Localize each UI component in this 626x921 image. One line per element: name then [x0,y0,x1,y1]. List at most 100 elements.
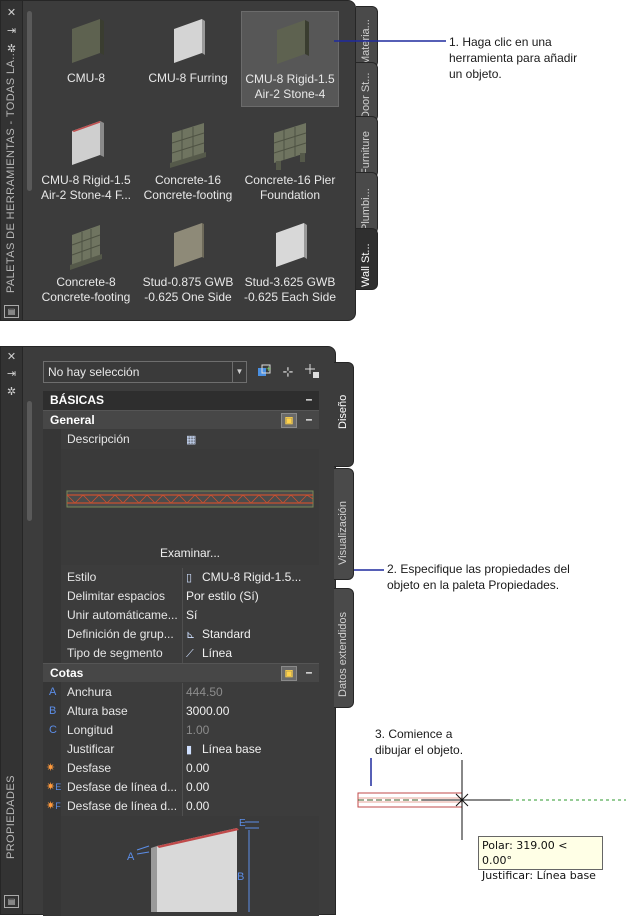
tool-item[interactable]: Concrete-16 Pier Foundation [241,113,339,209]
section-cotas[interactable]: Cotas ▣ – [43,663,319,682]
svg-text:+: + [266,364,271,374]
tab-datos-extendidos[interactable]: Datos extendidos [334,588,354,708]
tool-item[interactable]: Stud-3.625 GWB -0.625 Each Side [241,215,339,311]
tab-furniture[interactable]: Furniture [356,116,378,178]
dim-letter-b: B [237,871,244,883]
gear-icon[interactable]: ✲ [4,386,19,399]
style-preview: Examinar... [61,449,319,565]
autohide-icon[interactable]: ⇥ [4,25,19,38]
property-options-icon[interactable]: ▣ [281,413,297,428]
collapse-icon[interactable]: – [303,393,315,406]
wall-concrete8-icon [70,225,102,270]
select-objects-icon[interactable]: ⊹ [279,363,297,381]
wall-stone-icon [72,121,104,165]
tool-item[interactable]: Concrete-8 Concrete-footing [37,215,135,311]
quick-select-icon[interactable]: + [255,363,273,381]
selection-value: No hay selección [48,365,140,379]
collapse-icon[interactable]: – [303,413,315,426]
wall-stud-one-icon [174,223,204,267]
tool-palette: ✕ ⇥ ✲ PALETAS DE HERRAMIENTAS - TODAS LA… [0,0,356,321]
dim-letter-a: A [127,851,135,863]
properties-title: PROPIEDADES [5,775,17,859]
palette-title: PALETAS DE HERRAMIENTAS - TODAS LA... [5,49,17,293]
description-editor-icon[interactable]: ▦ [184,430,319,449]
property-row-width[interactable]: A Anchura 444.50 [43,683,319,702]
properties-menu-icon[interactable]: ▤ [4,305,19,318]
properties-title-strip: ✕ ⇥ ✲ PROPIEDADES ▤ [1,347,23,914]
property-row-base-height[interactable]: B Altura base 3000.00 [43,702,319,721]
section-basicas[interactable]: BÁSICAS – [43,391,319,410]
wall-style-icon: ▯ [186,572,193,584]
chevron-down-icon[interactable]: ▼ [232,362,246,382]
property-row-cleanup[interactable]: Unir automáticame... Sí [43,606,319,625]
close-icon[interactable]: ✕ [4,351,19,364]
property-grid: BÁSICAS – General ▣ – Descripción ▦ Exam… [43,391,319,916]
drawing-canvas[interactable] [350,750,626,840]
property-row-offset-e[interactable]: ✷E Desfase de línea d... 0.00 [43,778,319,797]
tool-item[interactable]: Stud-0.875 GWB -0.625 One Side [139,215,237,311]
dimension-diagram: A B E [61,816,319,916]
tool-label: CMU-8 Rigid-1.5 Air-2 Stone-4 F... [40,173,132,202]
property-row-offset-f[interactable]: ✷F Desfase de línea d... 0.00 [43,797,319,816]
line-segment-icon: ⟋ [186,648,194,660]
browse-link[interactable]: Examinar... [61,546,319,560]
palette-scrollbar[interactable] [27,11,32,191]
tool-label: Concrete-16 Pier Foundation [244,173,336,202]
wall-rigid-icon [277,20,309,64]
property-row-justify[interactable]: Justificar ▮ Línea base [43,740,319,759]
property-options-icon[interactable]: ▣ [281,666,297,681]
property-name: Descripción [67,432,130,446]
property-row-length[interactable]: C Longitud 1.00 [43,721,319,740]
tool-label: Stud-3.625 GWB -0.625 Each Side [243,275,337,304]
offset-star-icon: ✷F [46,800,61,812]
tool-label: CMU-8 Furring [148,71,228,85]
property-row-segment-type[interactable]: Tipo de segmento ⟋ Línea [43,644,319,663]
wall-stud-each-icon [276,223,307,267]
polar-tooltip: Polar: 319.00 < 0.00° Justificar: Línea … [478,836,603,882]
justify-icon: ▮ [186,744,193,756]
property-row-offset[interactable]: ✷ Desfase 0.00 [43,759,319,778]
properties-scrollbar[interactable] [27,401,32,521]
tool-label: Concrete-16 Concrete-footing [143,173,233,202]
property-row-cleanup-group[interactable]: Definición de grup... ⊾ Standard [43,625,319,644]
tab-diseno[interactable]: Diseño [334,362,354,467]
callout-step2: 2. Especifique las propiedades del objet… [387,562,570,592]
tooltip-polar: Polar: 319.00 < 0.00° [482,839,568,867]
tool-item[interactable]: CMU-8 [37,11,135,107]
tab-plumbing[interactable]: Plumbi... [356,172,378,234]
cleanup-group-icon: ⊾ [186,629,196,641]
offset-star-icon: ✷E [46,781,62,793]
tool-item-selected[interactable]: CMU-8 Rigid-1.5 Air-2 Stone-4 [241,11,339,107]
property-row-bound-spaces[interactable]: Delimitar espacios Por estilo (Sí) [43,587,319,606]
tool-item[interactable]: CMU-8 Furring [139,11,237,107]
selection-dropdown[interactable]: No hay selección ▼ [43,361,247,383]
tab-wall-styles[interactable]: Wall St... [356,228,378,290]
tooltip-justify: Justificar: Línea base [482,869,596,882]
wall-preview-image [66,490,314,508]
wall-concrete-footing-icon [170,123,206,168]
autohide-icon[interactable]: ⇥ [4,368,19,381]
close-icon[interactable]: ✕ [4,7,19,20]
tool-item[interactable]: CMU-8 Rigid-1.5 Air-2 Stone-4 F... [37,113,135,209]
tab-visualizacion[interactable]: Visualización [334,468,354,580]
properties-palette: ✕ ⇥ ✲ PROPIEDADES ▤ No hay selección ▼ +… [0,346,336,916]
offset-star-icon: ✷ [46,762,56,774]
wall-pier-icon [273,123,307,170]
property-row[interactable]: Descripción ▦ [43,430,319,449]
collapse-icon[interactable]: – [303,666,315,679]
tool-label: CMU-8 Rigid-1.5 Air-2 Stone-4 [245,72,335,101]
tool-label: CMU-8 [67,71,105,85]
tab-door-styles[interactable]: Door St... [356,62,378,122]
toggle-pickadd-icon[interactable] [303,363,321,381]
tab-materials[interactable]: Materia... [356,6,378,68]
wall-furring-icon [174,19,205,63]
wall-cmu-icon [72,19,104,63]
properties-menu-icon[interactable]: ▤ [4,895,19,908]
tool-label: Concrete-8 Concrete-footing [41,275,131,304]
wall-dimension-image: A B E [127,818,259,912]
tool-label: Stud-0.875 GWB -0.625 One Side [142,275,234,304]
property-row-style[interactable]: Estilo ▯ CMU-8 Rigid-1.5... [43,568,319,587]
dim-letter-e: E [239,818,246,829]
section-general[interactable]: General ▣ – [43,410,319,429]
tool-item[interactable]: Concrete-16 Concrete-footing [139,113,237,209]
